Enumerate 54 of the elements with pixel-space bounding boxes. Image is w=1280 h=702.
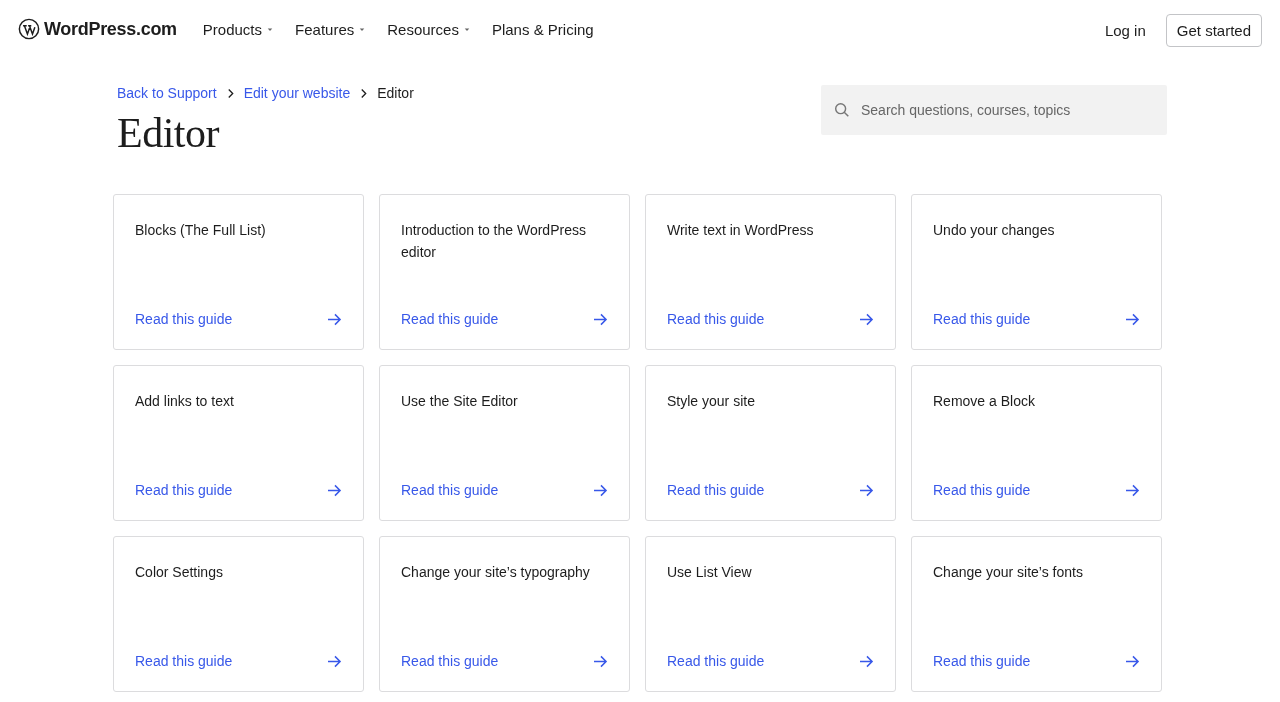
- page-title: Editor: [117, 109, 220, 157]
- arrow-right-icon[interactable]: [859, 654, 874, 668]
- read-guide-link[interactable]: Read this guide: [933, 653, 1031, 669]
- get-started-button[interactable]: Get started: [1165, 13, 1262, 47]
- guide-title: Change your site’s fonts: [933, 563, 1084, 582]
- guide-title: Change your site’s typography: [401, 563, 591, 582]
- nav-link[interactable]: Products: [202, 20, 274, 38]
- arrow-right-icon[interactable]: [1125, 312, 1140, 326]
- guide-title: Color Settings: [135, 563, 224, 582]
- read-guide-link[interactable]: Read this guide: [933, 482, 1031, 498]
- arrow-right-icon[interactable]: [593, 312, 608, 326]
- guide-title: Introduction to the WordPress editor: [401, 221, 587, 262]
- login-link[interactable]: Log in: [1104, 21, 1146, 39]
- nav-link[interactable]: Resources: [387, 20, 470, 38]
- caret-icon: [359, 26, 366, 32]
- arrow-right-icon[interactable]: [859, 312, 874, 326]
- search-field[interactable]: Search questions, courses, topics: [821, 85, 1167, 135]
- arrow-right-icon[interactable]: [593, 654, 608, 668]
- arrow-right-icon[interactable]: [327, 312, 342, 326]
- arrow-right-icon[interactable]: [1125, 654, 1140, 668]
- logo-link[interactable]: WordPress.com: [18, 18, 177, 40]
- guide-title: Blocks (The Full List): [135, 221, 267, 240]
- wordpress-logo-icon: [18, 18, 40, 40]
- breadcrumb-link[interactable]: Edit your website: [243, 85, 351, 101]
- guide-title: Style your site: [667, 392, 756, 411]
- caret-icon: [267, 26, 274, 32]
- arrow-right-icon[interactable]: [859, 483, 874, 497]
- read-guide-link[interactable]: Read this guide: [401, 482, 499, 498]
- read-guide-link[interactable]: Read this guide: [667, 482, 765, 498]
- arrow-right-icon[interactable]: [327, 483, 342, 497]
- arrow-right-icon[interactable]: [593, 483, 608, 497]
- read-guide-link[interactable]: Read this guide: [401, 311, 499, 327]
- arrow-right-icon[interactable]: [327, 654, 342, 668]
- arrow-right-icon[interactable]: [1125, 483, 1140, 497]
- read-guide-link[interactable]: Read this guide: [135, 311, 233, 327]
- read-guide-link[interactable]: Read this guide: [135, 482, 233, 498]
- read-guide-link[interactable]: Read this guide: [667, 653, 765, 669]
- read-guide-link[interactable]: Read this guide: [933, 311, 1031, 327]
- guide-title: Add links to text: [135, 392, 235, 411]
- read-guide-link[interactable]: Read this guide: [667, 311, 765, 327]
- read-guide-link[interactable]: Read this guide: [401, 653, 499, 669]
- guide-title: Use List View: [667, 563, 753, 582]
- chevron-right-icon: [226, 87, 234, 99]
- nav-link[interactable]: Plans & Pricing: [491, 20, 594, 38]
- read-guide-link[interactable]: Read this guide: [135, 653, 233, 669]
- nav-link[interactable]: Features: [295, 20, 366, 38]
- breadcrumb-link[interactable]: Back to Support: [117, 85, 217, 101]
- breadcrumb-current: Editor: [377, 85, 414, 101]
- chevron-right-icon: [360, 87, 368, 99]
- guide-title: Write text in WordPress: [667, 221, 815, 240]
- caret-icon: [463, 26, 470, 32]
- guide-title: Remove a Block: [933, 392, 1036, 411]
- guide-title: Use the Site Editor: [401, 392, 519, 411]
- guide-title: Undo your changes: [933, 221, 1056, 240]
